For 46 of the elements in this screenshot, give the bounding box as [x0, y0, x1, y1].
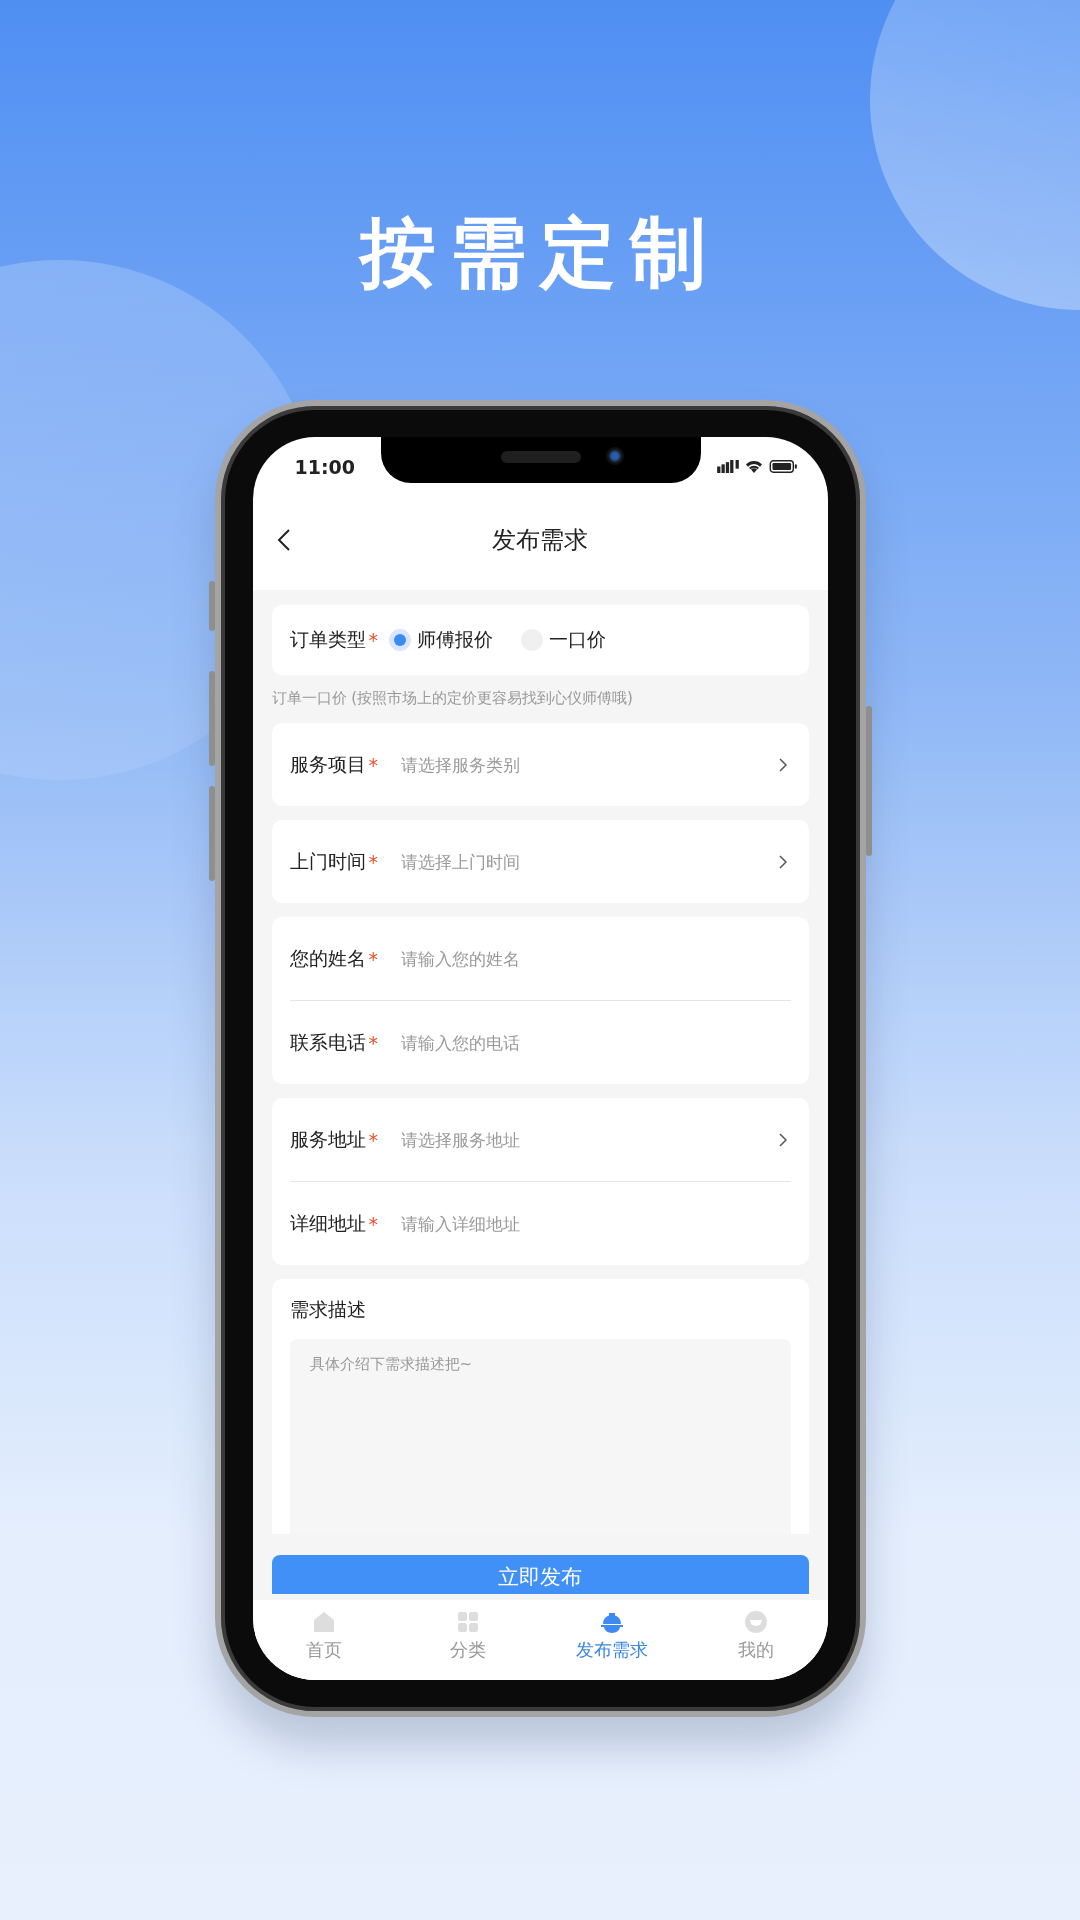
tab-item[interactable]: 分类 — [396, 1600, 540, 1680]
radio-label[interactable]: 一口价 — [548, 627, 606, 653]
required-mark: * — [368, 629, 379, 651]
field-label: 订单类型 — [289, 627, 366, 652]
select-field[interactable]: 请选择服务类别 — [400, 754, 779, 775]
page-title: 发布需求 — [492, 525, 588, 556]
home-icon — [312, 1610, 337, 1634]
field-label: 详细地址 — [289, 1210, 366, 1236]
back-icon[interactable] — [276, 528, 291, 552]
helmet-icon — [599, 1610, 624, 1634]
grid-icon — [456, 1610, 481, 1634]
select-field[interactable]: 请选择上门时间 — [400, 851, 779, 872]
radio-button[interactable] — [388, 629, 411, 651]
radio-label[interactable]: 师傅报价 — [416, 627, 493, 653]
input-field[interactable]: 请输入您的电话 — [400, 1032, 791, 1053]
camera — [605, 447, 624, 465]
headline: 按需定制 — [360, 207, 720, 299]
battery-icon — [768, 460, 798, 473]
tab-item[interactable]: 首页 — [252, 1600, 397, 1680]
profile-icon — [743, 1610, 768, 1634]
submit-button[interactable]: 立即发布 — [271, 1555, 809, 1594]
field-label: 服务地址 — [289, 1126, 366, 1152]
wifi-icon — [744, 460, 763, 473]
field-label: 需求描述 — [289, 1297, 367, 1321]
chevron-right-icon[interactable] — [778, 854, 787, 869]
chevron-right-icon[interactable] — [778, 757, 787, 772]
chevron-right-icon[interactable] — [778, 1132, 787, 1147]
description-field[interactable]: 具体介绍下需求描述把~ — [289, 1339, 791, 1534]
required-mark: * — [368, 850, 379, 873]
hint-text: 订单一口价 (按照市场上的定价更容易找到心仪师傅哦) — [271, 688, 634, 709]
field-label: 服务项目 — [289, 751, 366, 777]
field-label: 上门时间 — [289, 848, 366, 874]
signal-icon — [716, 460, 739, 473]
required-mark: * — [368, 753, 379, 776]
field-label: 联系电话 — [289, 1029, 366, 1055]
required-mark: * — [368, 1031, 379, 1054]
input-field[interactable]: 请输入详细地址 — [400, 1213, 791, 1234]
select-field[interactable]: 请选择服务地址 — [400, 1129, 779, 1150]
required-mark: * — [368, 1212, 379, 1235]
required-mark: * — [368, 947, 379, 970]
field-label: 您的姓名 — [289, 945, 366, 971]
tab-item[interactable]: 发布需求 — [540, 1600, 684, 1680]
status-time: 11:00 — [294, 455, 355, 478]
required-mark: * — [368, 1128, 379, 1151]
input-field[interactable]: 请输入您的姓名 — [400, 948, 791, 969]
tab-item[interactable]: 我的 — [683, 1600, 828, 1680]
